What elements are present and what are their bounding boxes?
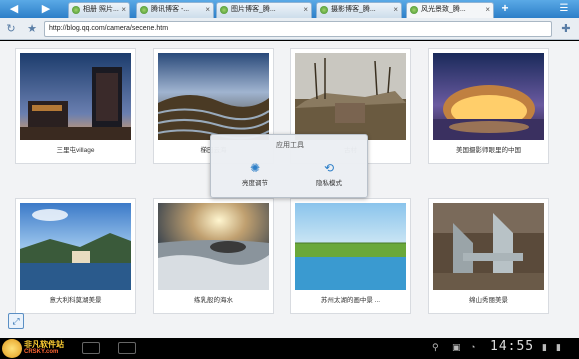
watermark-subtext: CRSKY.com [24,349,59,355]
close-tab-icon[interactable]: × [121,3,126,17]
close-tab-icon[interactable]: × [393,3,398,17]
favicon-icon [320,6,328,14]
photo-milky-sea [158,203,269,290]
new-tab-icon[interactable]: + [497,2,513,16]
popup-item-label: 隐私模式 [316,180,342,187]
favicon-icon [220,6,228,14]
tab-title: 腾讯博客 -... [151,6,190,13]
popup-item-label: 亮度调节 [242,180,268,187]
close-tab-icon[interactable]: × [205,3,210,17]
tab-4[interactable]: 摄影博客_腾... × [316,2,402,18]
gallery-card[interactable]: 苏州太湖的画中景 ... [290,198,411,314]
recent-apps-button[interactable] [118,342,136,354]
gallery-card[interactable]: 意大利科莫湖美景 [15,198,136,314]
battery-icon: ▮ [556,342,561,352]
close-tab-icon[interactable]: × [485,3,490,17]
app-tools-popup: 应用工具 ✺ 亮度调节 ⟲ 隐私模式 [210,134,368,198]
address-bar: ↻ ★ http://blog.qq.com/camera/secene.htm… [0,18,579,40]
refresh-icon[interactable]: ↻ [3,21,19,37]
privacy-mode-icon: ⟲ [323,161,335,175]
photo-taihu-lake [295,203,406,290]
tab-3[interactable]: 图片博客_腾... × [216,2,312,18]
tab-title: 图片博客_腾... [231,6,276,13]
fullscreen-icon[interactable]: ⤢ [8,313,24,329]
home-button[interactable] [82,342,100,354]
favicon-icon [140,6,148,14]
gallery-card[interactable]: 练乳般的海水 [153,198,274,314]
wifi-icon: ◔ [470,342,476,352]
page-content: 三里屯village 梯田云海 古村 [0,41,579,338]
clock: 14:55 [490,339,535,354]
brightness-button[interactable]: ✺ 亮度调节 [225,162,285,187]
privacy-mode-button[interactable]: ⟲ 隐私模式 [299,162,359,187]
bookmark-star-icon[interactable]: ★ [24,21,40,37]
notification-icon: ▣ [452,342,461,352]
photo-sanlitun [20,53,131,140]
photo-old-village [295,53,406,140]
photo-lake-como [20,203,131,290]
card-caption: 练乳般的海水 [194,297,233,304]
gallery-card[interactable]: 三里屯village [15,48,136,164]
tab-title: 摄影博客_腾... [331,6,376,13]
tab-bar: ◀ ▶ 相册 照片... × 腾讯博客 -... × 图片博客_腾... × 摄… [0,0,579,18]
sun-icon: ✺ [249,161,261,175]
card-caption: 苏州太湖的画中景 ... [320,297,381,304]
card-caption: 意大利科莫湖美景 [49,297,102,304]
card-caption: 三里屯village [56,147,95,154]
close-tab-icon[interactable]: × [303,3,308,17]
tab-2[interactable]: 腾讯博客 -... × [136,2,214,18]
popup-title: 应用工具 [276,142,304,149]
gallery-card[interactable]: 美国摄影师眼里的中国 [428,48,549,164]
menu-icon[interactable]: ☰ [556,2,572,16]
tab-5-active[interactable]: 风光景致_腾... × [406,2,494,18]
back-icon[interactable]: ◀ [6,2,22,16]
favicon-icon [72,6,80,14]
extension-puzzle-icon[interactable]: ✚ [558,21,574,37]
forward-icon[interactable]: ▶ [38,2,54,16]
photo-mianshan [433,203,544,290]
card-caption: 绵山秀丽美景 [469,297,508,304]
tab-title: 相册 照片... [83,6,119,13]
photo-terraces [158,53,269,140]
signal-icon: ▮ [542,342,547,352]
system-bar: 非凡软件站 CRSKY.com ⚲ ▣ ◔ 14:55 ▮ ▮ [0,338,579,359]
watermark-circle-icon [2,339,22,358]
gallery-card[interactable]: 绵山秀丽美景 [428,198,549,314]
tab-1[interactable]: 相册 照片... × [68,2,130,18]
photo-national-theatre [433,53,544,140]
usb-icon: ⚲ [432,342,439,352]
url-input[interactable]: http://blog.qq.com/camera/secene.htm [44,21,552,37]
favicon-icon [410,6,418,14]
card-caption: 美国摄影师眼里的中国 [456,147,521,154]
tab-title: 风光景致_腾... [421,6,466,13]
